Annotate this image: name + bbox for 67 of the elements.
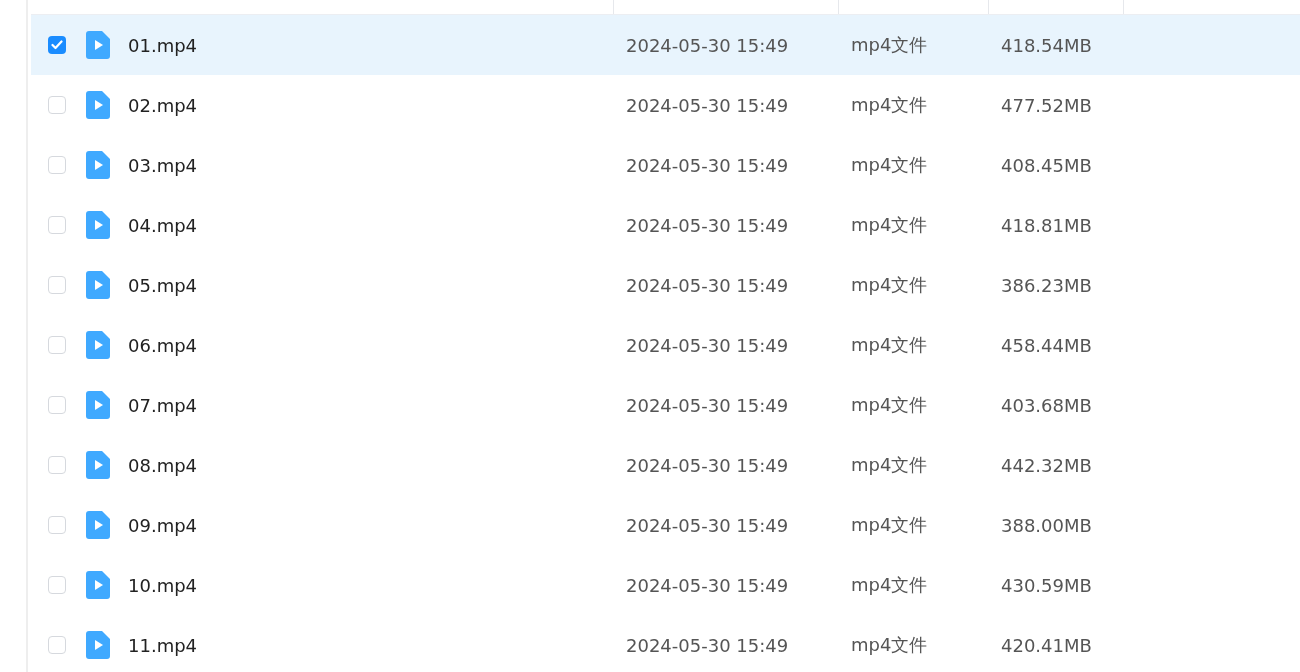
modified-date: 2024-05-30 15:49	[625, 214, 790, 236]
modified-date: 2024-05-30 15:49	[625, 94, 790, 116]
file-type: mp4文件	[850, 333, 929, 357]
checkbox[interactable]	[48, 576, 66, 594]
video-file-icon	[86, 631, 110, 659]
file-type: mp4文件	[850, 633, 929, 657]
file-type: mp4文件	[850, 393, 929, 417]
file-size: 442.32MB	[1000, 454, 1093, 476]
file-size: 420.41MB	[1000, 634, 1093, 656]
modified-date: 2024-05-30 15:49	[625, 274, 790, 296]
file-size: 388.00MB	[1000, 514, 1093, 536]
modified-date: 2024-05-30 15:49	[625, 514, 790, 536]
modified-date: 2024-05-30 15:49	[625, 334, 790, 356]
file-type: mp4文件	[850, 513, 929, 537]
file-name: 01.mp4	[127, 34, 198, 56]
video-file-icon	[86, 571, 110, 599]
file-row[interactable]: 01.mp4 2024-05-30 15:49 mp4文件 418.54MB	[31, 15, 1300, 75]
checkbox[interactable]	[48, 216, 66, 234]
checkbox[interactable]	[48, 156, 66, 174]
modified-date: 2024-05-30 15:49	[625, 454, 790, 476]
checkbox[interactable]	[48, 36, 66, 54]
file-name: 08.mp4	[127, 454, 198, 476]
file-size: 408.45MB	[1000, 154, 1093, 176]
video-file-icon	[86, 511, 110, 539]
file-name: 05.mp4	[127, 274, 198, 296]
file-size: 458.44MB	[1000, 334, 1093, 356]
file-type: mp4文件	[850, 453, 929, 477]
file-type: mp4文件	[850, 153, 929, 177]
file-name: 09.mp4	[127, 514, 198, 536]
video-file-icon	[86, 331, 110, 359]
video-file-icon	[86, 31, 110, 59]
file-type: mp4文件	[850, 273, 929, 297]
file-name: 03.mp4	[127, 154, 198, 176]
checkbox[interactable]	[48, 456, 66, 474]
file-size: 418.54MB	[1000, 34, 1093, 56]
file-type: mp4文件	[850, 33, 929, 57]
modified-date: 2024-05-30 15:49	[625, 34, 790, 56]
file-name: 06.mp4	[127, 334, 198, 356]
checkbox[interactable]	[48, 636, 66, 654]
video-file-icon	[86, 271, 110, 299]
modified-date: 2024-05-30 15:49	[625, 634, 790, 656]
file-name: 10.mp4	[127, 574, 198, 596]
modified-date: 2024-05-30 15:49	[625, 394, 790, 416]
file-size: 403.68MB	[1000, 394, 1093, 416]
modified-date: 2024-05-30 15:49	[625, 574, 790, 596]
file-size: 418.81MB	[1000, 214, 1093, 236]
file-size: 477.52MB	[1000, 94, 1093, 116]
checkbox[interactable]	[48, 96, 66, 114]
file-type: mp4文件	[850, 573, 929, 597]
file-name: 04.mp4	[127, 214, 198, 236]
checkbox[interactable]	[48, 396, 66, 414]
checkbox[interactable]	[48, 336, 66, 354]
video-file-icon	[86, 451, 110, 479]
file-type: mp4文件	[850, 93, 929, 117]
video-file-icon	[86, 91, 110, 119]
checkbox[interactable]	[48, 516, 66, 534]
file-size: 430.59MB	[1000, 574, 1093, 596]
video-file-icon	[86, 391, 110, 419]
modified-date: 2024-05-30 15:49	[625, 154, 790, 176]
file-type: mp4文件	[850, 213, 929, 237]
video-file-icon	[86, 151, 110, 179]
checkbox[interactable]	[48, 276, 66, 294]
file-name: 07.mp4	[127, 394, 198, 416]
video-file-icon	[86, 211, 110, 239]
file-name: 11.mp4	[127, 634, 198, 656]
file-name: 02.mp4	[127, 94, 198, 116]
file-size: 386.23MB	[1000, 274, 1093, 296]
